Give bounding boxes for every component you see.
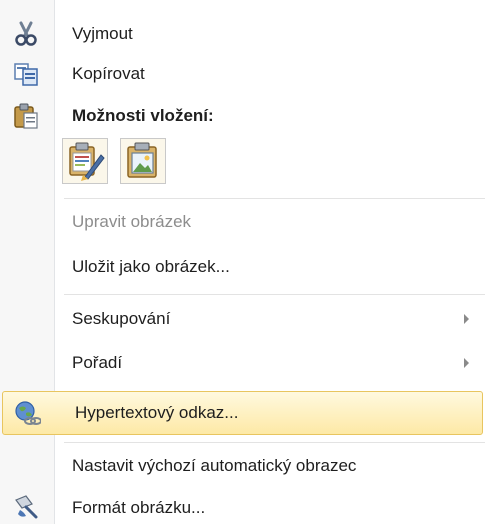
submenu-arrow-icon [464, 314, 469, 324]
submenu-arrow-icon [464, 358, 469, 368]
menu-separator [64, 442, 485, 443]
menu-item-set-default-shape[interactable]: Nastavit výchozí automatický obrazec [0, 444, 485, 488]
menu-item-label: Formát obrázku... [72, 498, 206, 517]
globe-link-icon [15, 401, 41, 425]
menu-header-paste-options: Možnosti vložení: [0, 94, 485, 138]
format-brush-icon [15, 495, 38, 519]
paste-keep-formatting-icon [69, 142, 105, 181]
menu-item-cut[interactable]: Vyjmout [0, 12, 485, 56]
menu-item-label: Pořadí [72, 353, 123, 372]
menu-item-label: Hypertextový odkaz... [75, 403, 239, 422]
menu-item-label: Nastavit výchozí automatický obrazec [72, 456, 357, 475]
paste-picture-button[interactable] [120, 138, 166, 184]
clipboard-icon [14, 103, 38, 129]
copy-icon [14, 63, 38, 86]
menu-item-label: Možnosti vložení: [72, 106, 214, 125]
menu-item-edit-image: Upravit obrázek [0, 200, 485, 244]
menu-item-order[interactable]: Pořadí [0, 341, 485, 385]
menu-item-label: Vyjmout [72, 24, 133, 43]
menu-item-label: Seskupování [72, 309, 171, 328]
menu-item-format-image[interactable]: Formát obrázku... [0, 486, 485, 530]
menu-item-label: Kopírovat [72, 64, 145, 83]
menu-item-save-as-image[interactable]: Uložit jako obrázek... [0, 245, 485, 289]
menu-separator [64, 198, 485, 199]
paste-picture-icon [127, 142, 157, 178]
context-menu: Vyjmout Kopírovat Možnosti vložení: Upra… [0, 0, 485, 524]
menu-item-hyperlink[interactable]: Hypertextový odkaz... [2, 391, 483, 435]
paste-keep-formatting-button[interactable] [62, 138, 108, 184]
menu-item-label: Uložit jako obrázek... [72, 257, 230, 276]
menu-separator [64, 294, 485, 295]
menu-item-label: Upravit obrázek [72, 212, 192, 231]
menu-item-grouping[interactable]: Seskupování [0, 297, 485, 341]
menu-item-copy[interactable]: Kopírovat [0, 52, 485, 96]
scissors-icon [15, 21, 37, 46]
